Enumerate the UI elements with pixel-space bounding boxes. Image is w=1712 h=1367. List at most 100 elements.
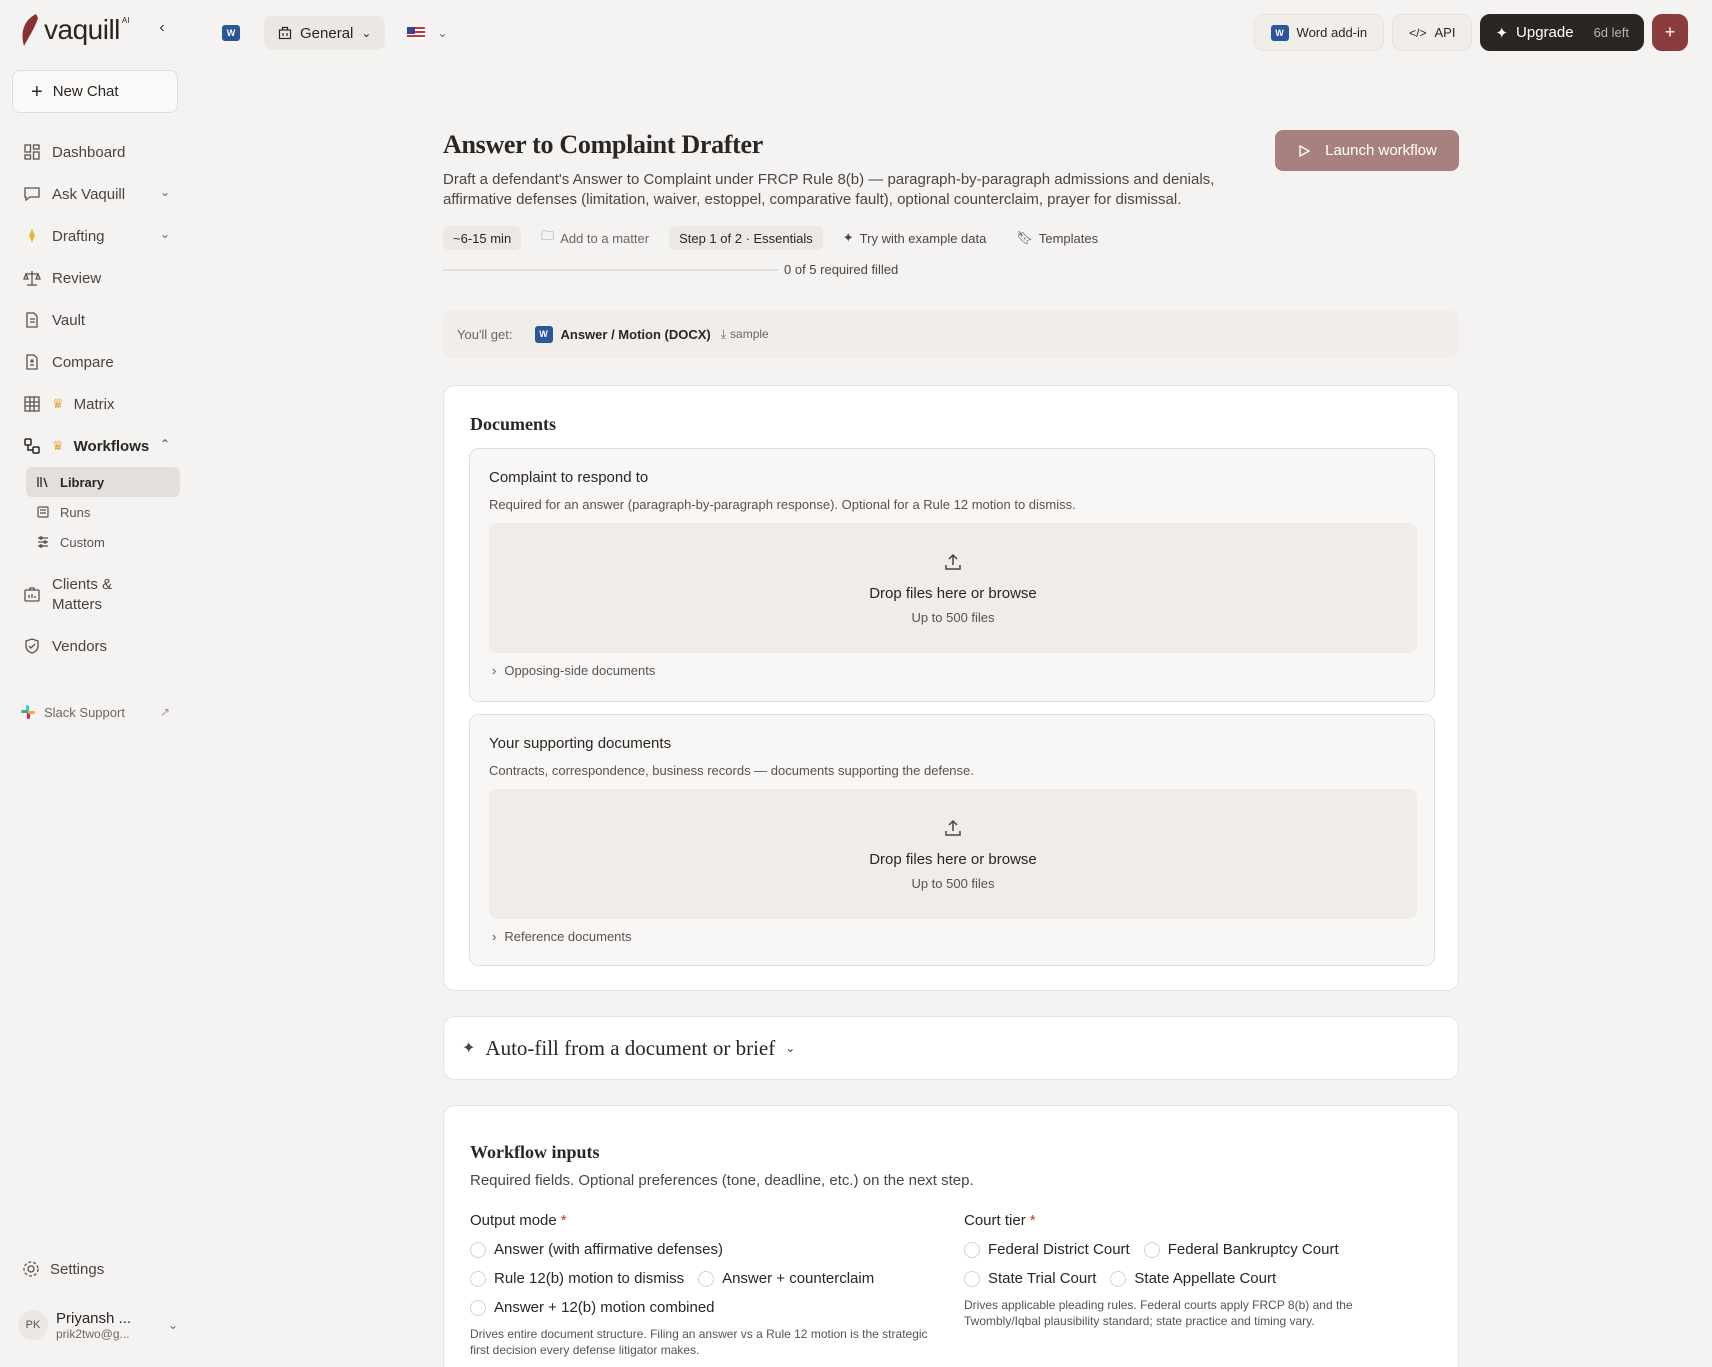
pen-icon xyxy=(22,226,42,246)
documents-card: Documents Complaint to respond to Requir… xyxy=(443,385,1459,991)
sidebar-item-workflows[interactable]: ♛ Workflows ⌃ xyxy=(12,425,180,467)
radio-answer-12b-combined[interactable]: Answer + 12(b) motion combined xyxy=(470,1299,715,1316)
us-flag-icon[interactable] xyxy=(407,27,426,39)
sidebar-subitem-runs[interactable]: Runs xyxy=(26,497,180,527)
sidebar-subitem-label: Library xyxy=(60,474,105,490)
gear-icon xyxy=(23,1261,39,1277)
shield-icon xyxy=(22,636,42,656)
file-dropzone[interactable]: Drop files here or browse Up to 500 file… xyxy=(489,789,1417,919)
reference-documents-toggle[interactable]: › Reference documents xyxy=(492,929,632,944)
radio-answer-affirmative[interactable]: Answer (with affirmative defenses) xyxy=(470,1241,723,1258)
sidebar-item-vault[interactable]: Vault xyxy=(12,299,180,341)
radio-answer-counterclaim[interactable]: Answer + counterclaim xyxy=(698,1270,874,1287)
output-mode-label: Output mode xyxy=(470,1212,557,1229)
add-to-matter-label: Add to a matter xyxy=(560,230,650,246)
dropzone-title: Drop files here or browse xyxy=(869,850,1037,868)
collapse-sidebar-button[interactable]: ‹ xyxy=(152,18,172,38)
add-button[interactable]: + xyxy=(1652,14,1688,51)
required-marker: * xyxy=(1029,1212,1036,1229)
dropzone-subtitle: Up to 500 files xyxy=(911,875,995,891)
section-title: Complaint to respond to xyxy=(489,469,649,486)
sidebar-item-label: Clients & Matters xyxy=(52,576,113,613)
required-marker: * xyxy=(560,1212,567,1229)
sidebar-item-label: Compare xyxy=(52,353,114,371)
chevron-right-icon: › xyxy=(492,929,497,944)
field-label: Output mode * xyxy=(470,1212,930,1229)
slack-support-link[interactable]: Slack Support ↗ xyxy=(20,700,170,724)
external-link-icon: ↗ xyxy=(159,705,170,719)
sidebar-item-drafting[interactable]: Drafting ⌄ xyxy=(12,215,180,257)
sidebar-subitem-custom[interactable]: Custom xyxy=(26,527,180,557)
api-label: API xyxy=(1434,25,1456,40)
sidebar-item-clients-matters[interactable]: Clients & Matters xyxy=(12,565,180,625)
sidebar-item-dashboard[interactable]: Dashboard xyxy=(12,131,180,173)
launch-workflow-label: Launch workflow xyxy=(1325,142,1437,159)
opposing-documents-toggle[interactable]: › Opposing-side documents xyxy=(492,663,655,678)
crown-icon: ♛ xyxy=(52,396,64,411)
field-help: Drives entire document structure. Filing… xyxy=(470,1327,928,1357)
compare-icon xyxy=(22,352,42,372)
sample-download-link[interactable]: ⤓ sample xyxy=(721,327,769,342)
try-example-button[interactable]: ✦ Try with example data xyxy=(833,226,997,250)
deliverable-item: W Answer / Motion (DOCX) xyxy=(534,325,711,343)
sidebar-item-vendors[interactable]: Vendors xyxy=(12,625,180,667)
radio-circle xyxy=(698,1270,715,1287)
workspace-label: General xyxy=(300,24,354,42)
building-icon xyxy=(278,26,292,40)
settings-button[interactable]: Settings xyxy=(22,1257,104,1281)
sidebar-item-label: Ask Vaquill xyxy=(52,185,126,203)
user-menu[interactable]: PK Priyansh ... prik2two@g... ⌄ xyxy=(18,1303,178,1347)
section-title: Your supporting documents xyxy=(489,735,672,752)
chevron-up-icon: ⌃ xyxy=(159,437,170,451)
sidebar-item-compare[interactable]: Compare xyxy=(12,341,180,383)
sidebar-item-label: Matrix xyxy=(73,395,115,413)
workspace-select[interactable]: General ⌄ xyxy=(264,16,386,50)
sidebar-item-matrix[interactable]: ♛ Matrix xyxy=(12,383,180,425)
radio-circle xyxy=(470,1241,486,1258)
radio-state-appellate[interactable]: State Appellate Court xyxy=(1110,1270,1276,1287)
word-icon[interactable]: W xyxy=(222,25,240,41)
radio-federal-district[interactable]: Federal District Court xyxy=(964,1241,1130,1258)
chevron-down-icon: ⌄ xyxy=(159,227,170,241)
logo[interactable]: vaquill AI xyxy=(18,10,129,50)
radio-rule-12b-motion[interactable]: Rule 12(b) motion to dismiss xyxy=(470,1270,684,1287)
sparkle-icon: ✦ xyxy=(842,230,854,245)
templates-button[interactable]: 🔖︎ Templates xyxy=(1006,226,1108,250)
slack-icon xyxy=(21,705,35,719)
radio-circle xyxy=(1143,1241,1160,1258)
upgrade-button[interactable]: ✦ Upgrade 6d left xyxy=(1480,14,1644,51)
logo-text: vaquill xyxy=(44,14,120,45)
field-label: Court tier * xyxy=(964,1212,1424,1229)
bookmark-icon: 🔖︎ xyxy=(1016,230,1033,245)
radio-state-trial[interactable]: State Trial Court xyxy=(964,1270,1096,1287)
sidebar-item-label: Drafting xyxy=(52,227,105,245)
radio-label: Federal Bankruptcy Court xyxy=(1167,1241,1339,1258)
file-icon xyxy=(22,310,42,330)
add-to-matter-button[interactable]: 🗀 Add to a matter xyxy=(531,226,659,250)
file-dropzone[interactable]: Drop files here or browse Up to 500 file… xyxy=(489,523,1417,653)
sidebar-item-ask-vaquill[interactable]: Ask Vaquill ⌄ xyxy=(12,173,180,215)
word-addin-button[interactable]: W Word add-in xyxy=(1253,14,1385,51)
field-help: Drives applicable pleading rules. Federa… xyxy=(964,1298,1353,1328)
sparkle-icon: ✦ xyxy=(462,1040,476,1057)
logo-sup: AI xyxy=(121,15,130,25)
autofill-toggle[interactable]: ✦ Auto-fill from a document or brief ⌄ xyxy=(443,1016,1459,1080)
sample-label: sample xyxy=(730,327,769,341)
api-button[interactable]: </> API xyxy=(1392,14,1473,51)
page-description: Draft a defendant's Answer to Complaint … xyxy=(443,171,1215,208)
radio-row: Answer (with affirmative defenses) xyxy=(470,1235,930,1264)
sidebar-item-label: Vendors xyxy=(52,637,108,655)
slack-support-label: Slack Support xyxy=(44,704,125,720)
folder-icon: 🗀 xyxy=(541,228,555,243)
new-chat-button[interactable]: + New Chat xyxy=(12,70,178,113)
launch-workflow-button[interactable]: Launch workflow xyxy=(1275,130,1459,171)
radio-federal-bankruptcy[interactable]: Federal Bankruptcy Court xyxy=(1143,1241,1339,1258)
chevron-down-icon[interactable]: ⌄ xyxy=(437,26,447,40)
sidebar-item-review[interactable]: Review xyxy=(12,257,180,299)
sidebar-subitem-library[interactable]: Library xyxy=(26,467,180,497)
youget-label: You'll get: xyxy=(457,326,513,342)
avatar: PK xyxy=(18,1310,48,1340)
section-description: Required for an answer (paragraph-by-par… xyxy=(489,497,1076,512)
play-icon xyxy=(1299,144,1311,157)
word-icon: W xyxy=(1270,24,1289,41)
